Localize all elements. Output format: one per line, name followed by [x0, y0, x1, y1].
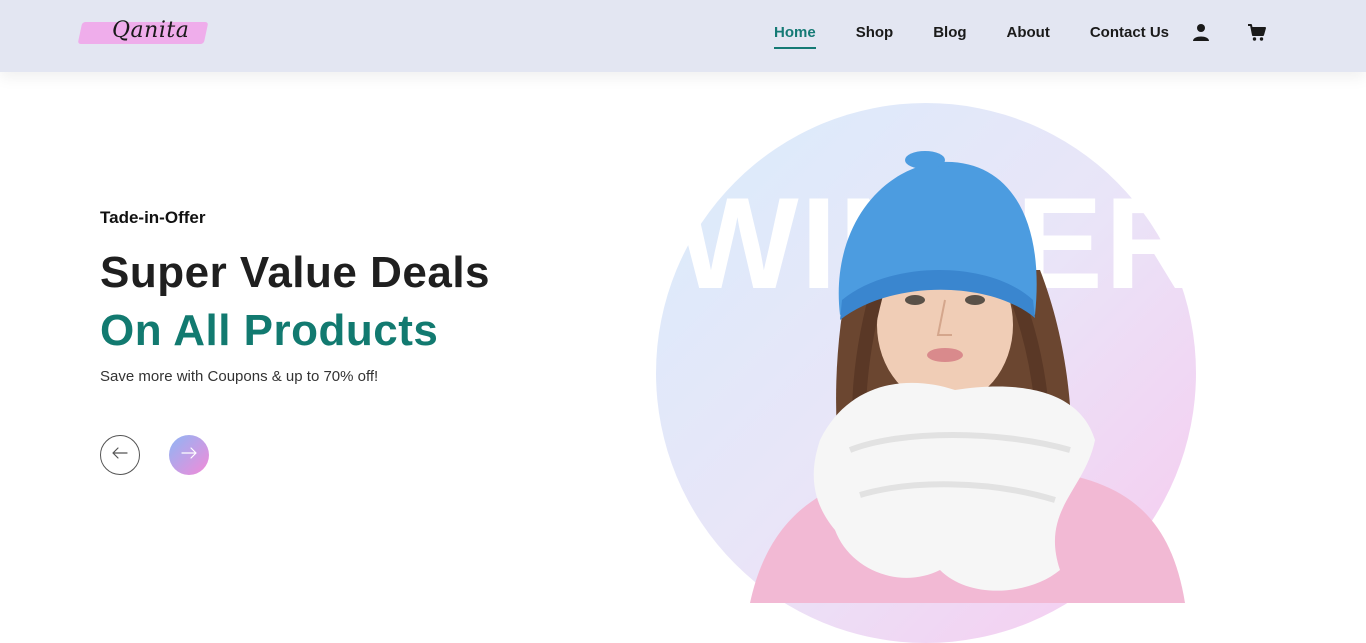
- nav-shop[interactable]: Shop: [856, 24, 894, 47]
- user-icon[interactable]: [1191, 22, 1211, 42]
- brand-logo[interactable]: Qanita: [77, 18, 209, 48]
- slider-next-button[interactable]: [169, 435, 209, 475]
- hero-title: Super Value Deals: [100, 248, 491, 297]
- main-nav: Home Shop Blog About Contact Us: [774, 24, 1209, 49]
- site-header: Qanita Home Shop Blog About Contact Us: [0, 0, 1366, 72]
- nav-contact[interactable]: Contact Us: [1090, 24, 1169, 47]
- slider-prev-button[interactable]: [100, 435, 140, 475]
- hero-model-image: [750, 151, 1185, 603]
- hero-description: Save more with Coupons & up to 70% off!: [100, 368, 379, 385]
- logo-text: Qanita: [112, 18, 190, 43]
- nav-blog[interactable]: Blog: [933, 24, 966, 47]
- cart-icon[interactable]: [1247, 22, 1267, 42]
- arrow-left-icon: [112, 446, 128, 464]
- hero-subtitle-title: On All Products: [100, 306, 439, 355]
- hero-eyebrow: Tade-in-Offer: [100, 208, 206, 227]
- nav-about[interactable]: About: [1007, 24, 1050, 47]
- arrow-right-icon: [181, 446, 197, 464]
- hero-text: Tade-in-Offer Super Value Deals On All P…: [100, 208, 490, 385]
- nav-home[interactable]: Home: [774, 24, 816, 49]
